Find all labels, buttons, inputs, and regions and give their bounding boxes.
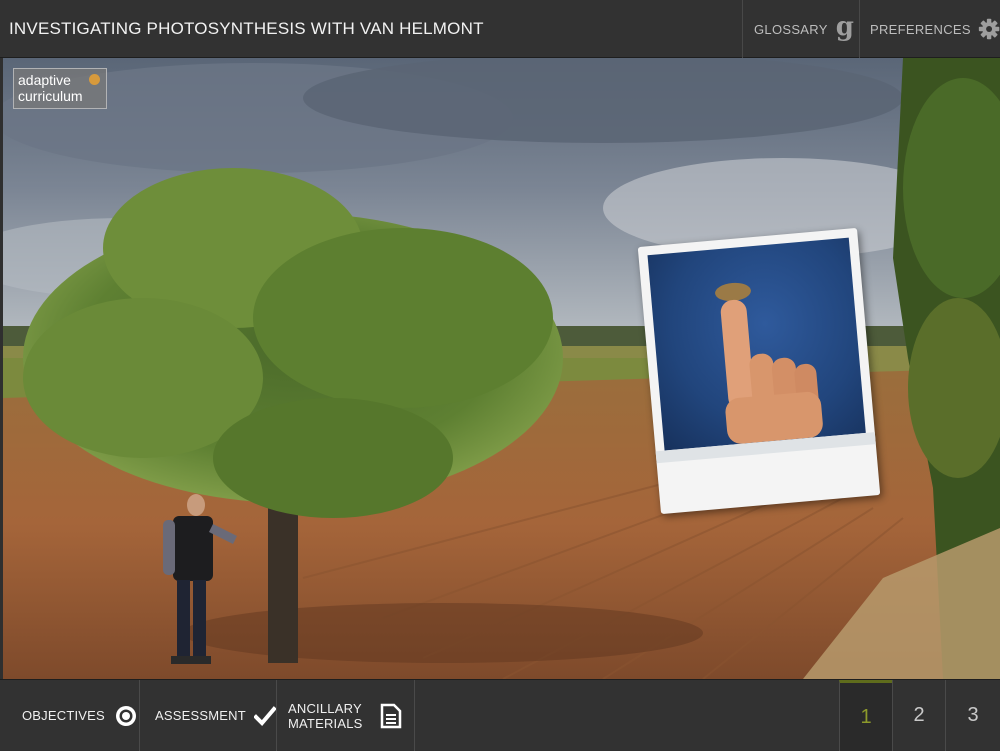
- hand-with-seed-icon: [715, 282, 823, 444]
- logo-line-1: adaptive: [18, 72, 71, 88]
- polaroid-photo: [637, 227, 881, 515]
- ancillary-label: ANCILLARY MATERIALS: [288, 701, 368, 731]
- ancillary-label-line-2: MATERIALS: [288, 715, 363, 731]
- gear-icon: [978, 18, 1000, 40]
- header-bar: INVESTIGATING PHOTOSYNTHESIS WITH VAN HE…: [0, 0, 1000, 58]
- page-button-2[interactable]: 2: [892, 680, 945, 751]
- objectives-label: OBJECTIVES: [22, 708, 105, 723]
- logo-line-2: curriculum: [18, 88, 83, 104]
- footer-bar: OBJECTIVES ASSESSMENT ANCILLARY MATERIAL…: [0, 679, 1000, 751]
- ancillary-label-line-1: ANCILLARY: [288, 700, 362, 716]
- preferences-button[interactable]: PREFERENCES: [859, 0, 1000, 58]
- checkmark-icon: [253, 705, 276, 726]
- objectives-button[interactable]: OBJECTIVES: [0, 680, 140, 751]
- glossary-label: GLOSSARY: [754, 21, 828, 37]
- seed-on-finger-image: [647, 237, 866, 451]
- page-title: INVESTIGATING PHOTOSYNTHESIS WITH VAN HE…: [9, 19, 484, 38]
- glossary-button[interactable]: GLOSSARY g: [742, 0, 859, 58]
- page-button-1[interactable]: 1: [839, 680, 892, 751]
- logo-sun-icon: [89, 74, 100, 85]
- assessment-button[interactable]: ASSESSMENT: [140, 680, 277, 751]
- assessment-label: ASSESSMENT: [155, 708, 246, 723]
- glossary-g-icon: g: [835, 12, 855, 42]
- page-button-3[interactable]: 3: [945, 680, 1000, 751]
- document-icon: [380, 703, 402, 728]
- adaptive-curriculum-logo: adaptive curriculum: [13, 68, 107, 109]
- ancillary-materials-button[interactable]: ANCILLARY MATERIALS: [277, 680, 415, 751]
- video-stage[interactable]: adaptive curriculum: [3, 58, 1000, 679]
- preferences-label: PREFERENCES: [870, 21, 971, 37]
- target-icon: [115, 705, 136, 726]
